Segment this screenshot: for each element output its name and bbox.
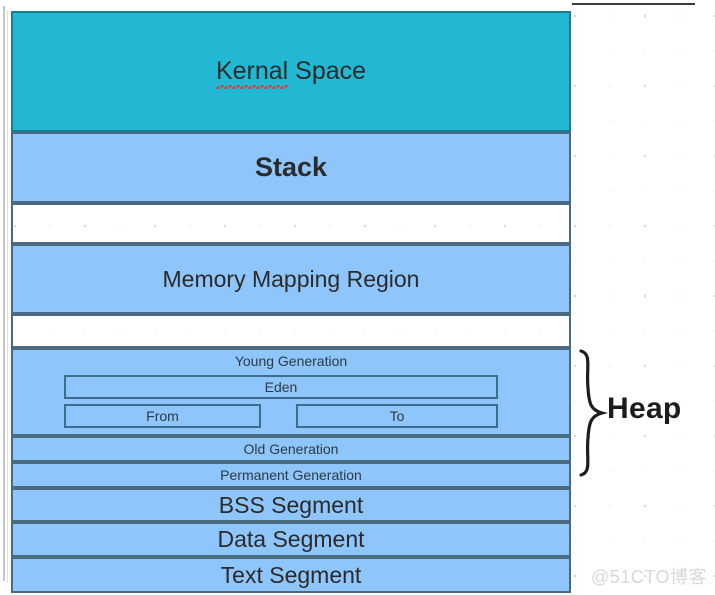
inner-block-to[interactable]: To — [296, 404, 498, 428]
block-label-bss-segment: BSS Segment — [218, 491, 364, 518]
block-young-generation[interactable]: Young Generation Eden From To — [11, 348, 571, 436]
block-label-stack: Stack — [254, 152, 328, 182]
heap-annotation-group: Heap — [575, 348, 715, 478]
block-label-old-generation: Old Generation — [243, 441, 339, 457]
block-label-memory-mapping-region: Memory Mapping Region — [162, 265, 420, 292]
heap-label: Heap — [607, 392, 682, 425]
canvas-left-ruler-inner — [7, 10, 8, 583]
curly-brace-icon — [579, 349, 609, 477]
block-label-young-generation: Young Generation — [234, 353, 348, 369]
block-old-generation[interactable]: Old Generation — [11, 436, 571, 462]
block-label-permanent-generation: Permanent Generation — [220, 467, 362, 483]
block-bss-segment[interactable]: BSS Segment — [11, 488, 571, 522]
block-label-kernel-space: Kernal Space — [215, 56, 367, 89]
canvas-left-ruler — [3, 6, 5, 581]
inner-block-eden[interactable]: Eden — [64, 375, 498, 399]
inner-label-from: From — [146, 408, 179, 424]
block-label-text-segment: Text Segment — [220, 561, 362, 588]
block-gap-2[interactable] — [11, 314, 571, 348]
inner-label-to: To — [389, 408, 405, 424]
block-permanent-generation[interactable]: Permanent Generation — [11, 462, 571, 488]
canvas-top-rule — [572, 3, 695, 5]
block-data-segment[interactable]: Data Segment — [11, 522, 571, 557]
misspelled-word-kernal: Kernal — [215, 56, 289, 89]
inner-block-from[interactable]: From — [64, 404, 261, 428]
site-watermark: @51CTO博客 — [591, 567, 707, 587]
block-label-data-segment: Data Segment — [217, 526, 365, 552]
kernel-space-suffix: Space — [288, 56, 367, 85]
block-text-segment[interactable]: Text Segment — [11, 557, 571, 593]
block-gap-1[interactable] — [11, 203, 571, 244]
block-stack[interactable]: Stack — [11, 132, 571, 203]
memory-layout-diagram: Kernal Space Stack Memory Mapping Region… — [11, 11, 571, 593]
block-kernel-space[interactable]: Kernal Space — [11, 11, 571, 132]
inner-label-eden: Eden — [264, 379, 298, 395]
block-memory-mapping-region[interactable]: Memory Mapping Region — [11, 244, 571, 314]
